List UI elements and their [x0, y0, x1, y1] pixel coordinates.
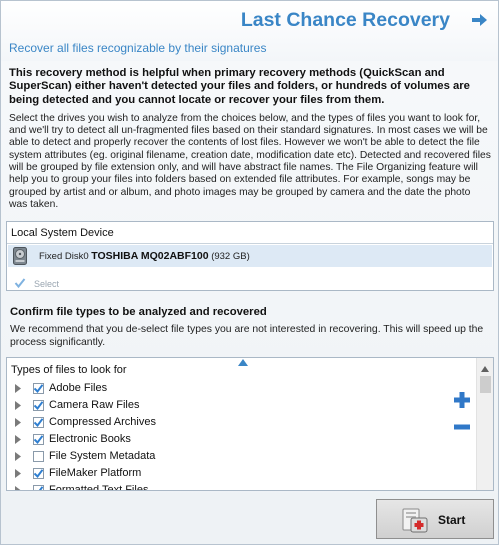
disk-size: (932 GB) [211, 251, 250, 262]
file-type-label: Camera Raw Files [49, 399, 140, 411]
start-button[interactable]: Start [376, 499, 494, 539]
file-type-label: Electronic Books [49, 433, 131, 445]
file-type-checkbox[interactable] [33, 485, 44, 490]
file-type-label: FileMaker Platform [49, 467, 142, 479]
expand-arrow-icon[interactable] [15, 469, 21, 478]
file-type-item[interactable]: File System Metadata [7, 448, 477, 465]
device-row-disk0[interactable]: Fixed Disk0 TOSHIBA MQ02ABF100 (932 GB) [8, 245, 492, 267]
disk-label: Fixed Disk0 TOSHIBA MQ02ABF100 (932 GB) [39, 250, 250, 262]
divider [7, 243, 493, 244]
scroll-up-icon[interactable] [481, 363, 489, 372]
splitter-up-icon[interactable] [238, 357, 248, 366]
device-list-header: Local System Device [11, 227, 114, 239]
file-type-checkbox[interactable] [33, 434, 44, 445]
file-type-item[interactable]: Formatted Text Files [7, 482, 477, 491]
method-description: This recovery method is helpful when pri… [9, 67, 491, 215]
expand-arrow-icon[interactable] [15, 486, 21, 490]
device-list: Local System Device Fixed Disk0 TOSHIBA … [6, 221, 494, 291]
check-icon [14, 277, 26, 289]
expand-arrow-icon[interactable] [15, 384, 21, 393]
expand-arrow-icon[interactable] [15, 401, 21, 410]
file-type-checkbox[interactable] [33, 468, 44, 479]
file-types-header: Types of files to look for [11, 364, 127, 376]
file-type-item[interactable]: Electronic Books [7, 431, 477, 448]
hard-disk-icon [13, 247, 27, 265]
file-type-checkbox[interactable] [33, 451, 44, 462]
file-type-item[interactable]: Adobe Files [7, 380, 477, 397]
header: Last Chance Recovery Recover all files r… [1, 1, 498, 61]
page-title: Last Chance Recovery [240, 9, 450, 31]
scrollbar[interactable] [476, 358, 493, 490]
file-type-item[interactable]: Camera Raw Files [7, 397, 477, 414]
file-type-checkbox[interactable] [33, 417, 44, 428]
expand-arrow-icon[interactable] [15, 418, 21, 427]
description-text: Select the drives you wish to analyze fr… [9, 112, 491, 210]
recovery-window: Last Chance Recovery Recover all files r… [0, 0, 499, 545]
file-type-checkbox[interactable] [33, 400, 44, 411]
file-type-item[interactable]: Compressed Archives [7, 414, 477, 431]
file-type-label: File System Metadata [49, 450, 156, 462]
footer: Start [1, 493, 498, 544]
scroll-thumb[interactable] [480, 376, 491, 393]
description-bold: This recovery method is helpful when pri… [9, 67, 470, 106]
expand-arrow-icon[interactable] [15, 452, 21, 461]
expand-arrow-icon[interactable] [15, 435, 21, 444]
forward-arrow-icon[interactable] [472, 13, 488, 27]
file-type-item[interactable]: FileMaker Platform [7, 465, 477, 482]
file-types-list: Types of files to look for Adobe Files Ca… [6, 357, 494, 491]
file-type-checkbox[interactable] [33, 383, 44, 394]
disk-prefix: Fixed Disk0 [39, 251, 89, 262]
confirm-section-desc: We recommend that you de-select file typ… [10, 324, 484, 348]
file-type-items: Adobe Files Camera Raw Files Compressed Ar… [7, 380, 477, 491]
recovery-kit-icon [401, 506, 429, 534]
disk-model: TOSHIBA MQ02ABF100 [91, 250, 209, 262]
start-label: Start [438, 513, 466, 527]
file-type-label: Compressed Archives [49, 416, 156, 428]
add-plus-icon[interactable] [453, 391, 471, 409]
file-type-label: Formatted Text Files [49, 484, 149, 491]
select-label: Select [34, 279, 60, 289]
confirm-section-title: Confirm file types to be analyzed and re… [10, 306, 267, 318]
file-type-label: Adobe Files [49, 382, 108, 394]
page-subtitle: Recover all files recognizable by their … [9, 41, 267, 55]
remove-minus-icon[interactable] [453, 422, 471, 432]
